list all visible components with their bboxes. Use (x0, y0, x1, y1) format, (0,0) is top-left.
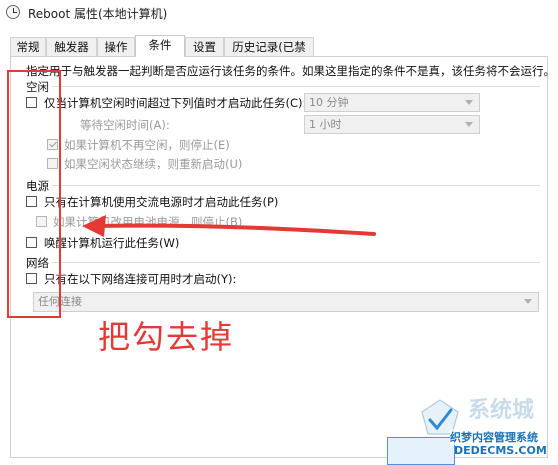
restart-if-idle-label: 如果空闲状态继续，则重新启动(U) (64, 157, 243, 171)
idle-duration-value: 10 分钟 (309, 96, 349, 109)
tab-actions[interactable]: 操作 (97, 37, 135, 56)
watermark-subtitle: 织梦内容管理系统 (450, 429, 538, 445)
watermark-title: 系统城 (468, 398, 535, 423)
only-if-network-label: 只有在以下网络连接可用时才启动(Y): (44, 272, 237, 286)
watermark-url: DEDECMS.COM (454, 444, 547, 457)
watermark: 系统城 织梦内容管理系统 DEDECMS.COM (420, 392, 558, 465)
tab-history[interactable]: 历史记录(已禁用) (224, 37, 314, 72)
annotation-text: 把勾去掉 (98, 318, 235, 356)
annotation-arrow (82, 215, 376, 237)
stop-if-not-idle-label: 如果计算机不再空闲，则停止(E) (64, 138, 230, 152)
chevron-down-icon (465, 122, 473, 127)
annotation-highlight-box (7, 70, 61, 318)
power-divider (52, 185, 540, 186)
clock-icon (6, 5, 20, 19)
description-text: 指定用于与触发器一起判断是否应运行该任务的条件。如果这里指定的条件不是真，该任务… (26, 64, 555, 78)
title-bar: Reboot 属性(本地计算机) (0, 0, 558, 28)
tab-triggers[interactable]: 触发器 (46, 37, 97, 56)
chevron-down-icon (465, 100, 473, 105)
tab-conditions[interactable]: 条件 (135, 35, 185, 57)
tab-general[interactable]: 常规 (10, 37, 46, 56)
wait-idle-select[interactable]: 1 小时 (304, 115, 480, 134)
wait-idle-label: 等待空闲时间(A): (80, 118, 170, 132)
idle-duration-select[interactable]: 10 分钟 (304, 93, 480, 112)
start-only-idle-label: 仅当计算机空闲时间超过下列值时才启动此任务(C): (44, 96, 307, 110)
network-divider (52, 262, 540, 263)
window-title: Reboot 属性(本地计算机) (28, 7, 168, 21)
network-connection-select[interactable]: 任何连接 (33, 292, 539, 312)
idle-divider (52, 86, 540, 87)
tab-settings[interactable]: 设置 (185, 37, 224, 56)
chevron-down-icon (524, 299, 532, 304)
wait-idle-value: 1 小时 (309, 118, 342, 131)
